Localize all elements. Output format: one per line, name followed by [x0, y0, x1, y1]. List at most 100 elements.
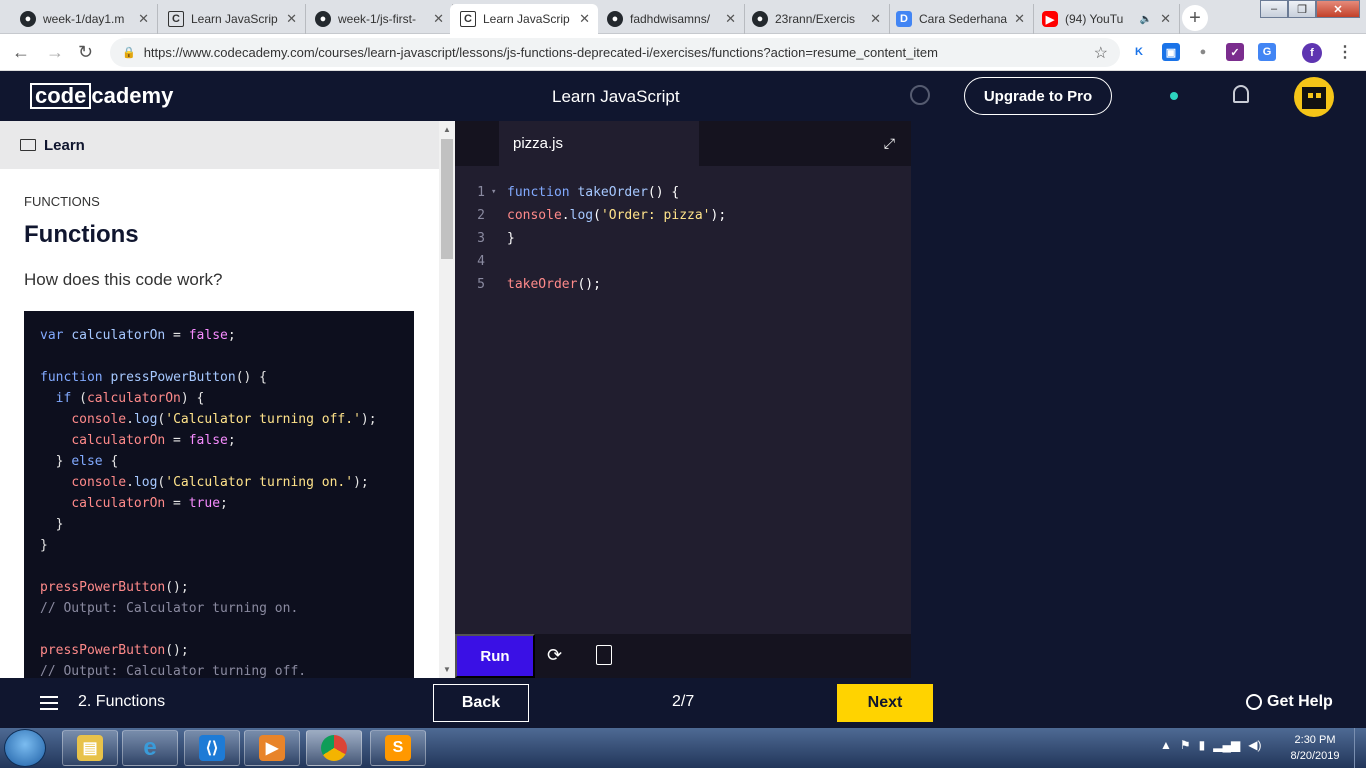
taskbar-explorer[interactable]: ▤ [62, 730, 118, 766]
taskbar-vscode[interactable]: ⟨⟩ [184, 730, 240, 766]
github-icon: ● [20, 11, 36, 27]
lesson-panel: Learn FUNCTIONS Functions How does this … [0, 121, 455, 678]
google-docs-icon: D [896, 11, 912, 27]
window-controls: – ❐ ✕ [1260, 0, 1360, 18]
menu-icon[interactable] [40, 696, 58, 714]
lesson-footer: 2. Functions Back 2/7 Next Get Help [0, 678, 1366, 728]
reload-icon[interactable]: ↻ [78, 42, 93, 63]
lock-icon: 🔒 [122, 47, 136, 59]
close-tab-icon[interactable]: ✕ [1160, 11, 1171, 27]
codecademy-logo[interactable]: code cademy [30, 83, 173, 109]
taskbar-media[interactable]: ▶ [244, 730, 300, 766]
progress-counter: 2/7 [672, 693, 695, 710]
github-icon: ● [752, 11, 768, 27]
copy-codebyte-icon[interactable] [596, 645, 612, 665]
browser-tab[interactable]: ▶ (94) YouTu 🔈 ✕ [1032, 4, 1180, 34]
speaker-icon[interactable]: 🔈 [1140, 14, 1152, 25]
status-dot [1170, 92, 1178, 100]
close-window-button[interactable]: ✕ [1316, 0, 1360, 18]
volume-icon[interactable]: ◀) [1248, 738, 1261, 752]
vscode-icon: ⟨⟩ [199, 735, 225, 761]
codecademy-icon: C [168, 11, 184, 27]
browser-tab[interactable]: ● week-1/day1.m ✕ [10, 4, 158, 34]
sublime-text-icon: S [385, 735, 411, 761]
upgrade-button[interactable]: Upgrade to Pro [964, 77, 1112, 115]
lesson-scrollbar[interactable]: ▲ ▼ [439, 121, 455, 678]
forward-arrow-icon[interactable]: → [46, 42, 64, 63]
back-arrow-icon[interactable]: ← [12, 42, 30, 63]
reset-icon[interactable]: ⟳ [547, 645, 562, 666]
close-tab-icon[interactable]: ✕ [286, 11, 297, 27]
youtube-icon: ▶ [1042, 11, 1058, 27]
example-code-block: var calculatorOn = false; function press… [24, 311, 414, 678]
codecademy-icon: C [460, 11, 476, 27]
lesson-menu-label[interactable]: 2. Functions [78, 693, 165, 711]
browser-tab-active[interactable]: C Learn JavaScrip ✕ [450, 4, 598, 34]
bell-icon[interactable] [1233, 85, 1249, 103]
close-tab-icon[interactable]: ✕ [870, 11, 881, 27]
expand-icon[interactable]: ⤢ [884, 135, 895, 152]
show-desktop-button[interactable] [1354, 728, 1366, 768]
close-tab-icon[interactable]: ✕ [433, 11, 444, 27]
menu-dots-icon[interactable]: ⋮ [1336, 43, 1354, 61]
close-tab-icon[interactable]: ✕ [1014, 11, 1025, 27]
course-title: Learn JavaScript [552, 87, 680, 106]
file-tab[interactable]: pizza.js [499, 121, 699, 166]
output-panel [911, 121, 1366, 678]
bookmark-star-icon[interactable]: ☆ [1094, 43, 1108, 63]
close-tab-icon[interactable]: ✕ [579, 11, 590, 27]
tray-arrow-icon[interactable]: ▲ [1160, 738, 1172, 752]
extension-icon[interactable]: ▣ [1162, 43, 1180, 61]
browser-tab[interactable]: C Learn JavaScrip ✕ [158, 4, 306, 34]
lesson-title: Functions [24, 221, 139, 248]
profile-avatar[interactable]: f [1302, 43, 1322, 63]
next-button[interactable]: Next [837, 684, 933, 722]
battery-icon[interactable]: ▮ [1199, 738, 1206, 752]
signal-icon[interactable]: ▂▄▆ [1213, 738, 1240, 752]
internet-explorer-icon: e [143, 734, 157, 761]
address-bar: ← → ↻ 🔒 https://www.codecademy.com/cours… [0, 34, 1366, 71]
media-player-icon: ▶ [259, 735, 285, 761]
get-help-button[interactable]: Get Help [1246, 693, 1333, 711]
translate-icon[interactable]: G [1258, 43, 1276, 61]
editor-actions: Run ⟳ [455, 634, 911, 678]
browser-tab[interactable]: ● 23rann/Exercis ✕ [742, 4, 890, 34]
site-header: code cademy Learn JavaScript Upgrade to P… [0, 71, 1366, 121]
browser-tab[interactable]: D Cara Sederhana ✕ [886, 4, 1034, 34]
editor-code[interactable]: 1 ▾ function takeOrder() { 2 console.log('… [455, 181, 911, 296]
help-lifebuoy-icon [1246, 694, 1262, 710]
taskbar-chrome[interactable] [306, 730, 362, 766]
maximize-button[interactable]: ❐ [1288, 0, 1316, 18]
start-button[interactable] [4, 729, 46, 767]
url-field[interactable]: 🔒 https://www.codecademy.com/courses/lea… [110, 38, 1120, 67]
scrollbar-thumb[interactable] [441, 139, 453, 259]
taskbar-sublime[interactable]: S [370, 730, 426, 766]
code-editor: pizza.js ⤢ 1 ▾ function takeOrder() { 2 co… [455, 121, 911, 678]
back-button[interactable]: Back [433, 684, 529, 722]
book-icon [20, 139, 36, 151]
browser-tab[interactable]: ● fadhdwisamns/✕ [597, 4, 745, 34]
user-avatar[interactable] [1294, 77, 1334, 117]
windows-taskbar: ▤ e ⟨⟩ ▶ S ▲ ⚑ ▮ ▂▄▆ ◀) 2:30 PM 8/20/2019 [0, 728, 1366, 768]
folder-icon: ▤ [77, 735, 103, 761]
action-center-icon[interactable]: ⚑ [1180, 738, 1191, 752]
taskbar-ie[interactable]: e [122, 730, 178, 766]
extension-icon[interactable]: ● [1194, 43, 1212, 61]
lesson-question: How does this code work? [24, 270, 223, 289]
chrome-icon [321, 735, 347, 761]
browser-tabstrip: ● week-1/day1.m ✕ C Learn JavaScrip ✕ ● week-… [0, 0, 1366, 34]
extension-icon[interactable]: ✓ [1226, 43, 1244, 61]
alarm-clock-icon[interactable] [910, 85, 930, 105]
browser-tab[interactable]: ● week-1/js-first- ✕ [305, 4, 453, 34]
section-label: FUNCTIONS [24, 194, 100, 209]
system-tray: ▲ ⚑ ▮ ▂▄▆ ◀) [1160, 738, 1261, 752]
new-tab-button[interactable]: + [1182, 5, 1208, 31]
close-tab-icon[interactable]: ✕ [725, 11, 736, 27]
github-icon: ● [607, 11, 623, 27]
minimize-button[interactable]: – [1260, 0, 1288, 18]
learn-tab[interactable]: Learn [0, 121, 455, 169]
system-clock[interactable]: 2:30 PM 8/20/2019 [1280, 732, 1350, 764]
extension-icon[interactable]: K [1130, 43, 1148, 61]
run-button[interactable]: Run [455, 634, 535, 678]
close-tab-icon[interactable]: ✕ [138, 11, 149, 27]
